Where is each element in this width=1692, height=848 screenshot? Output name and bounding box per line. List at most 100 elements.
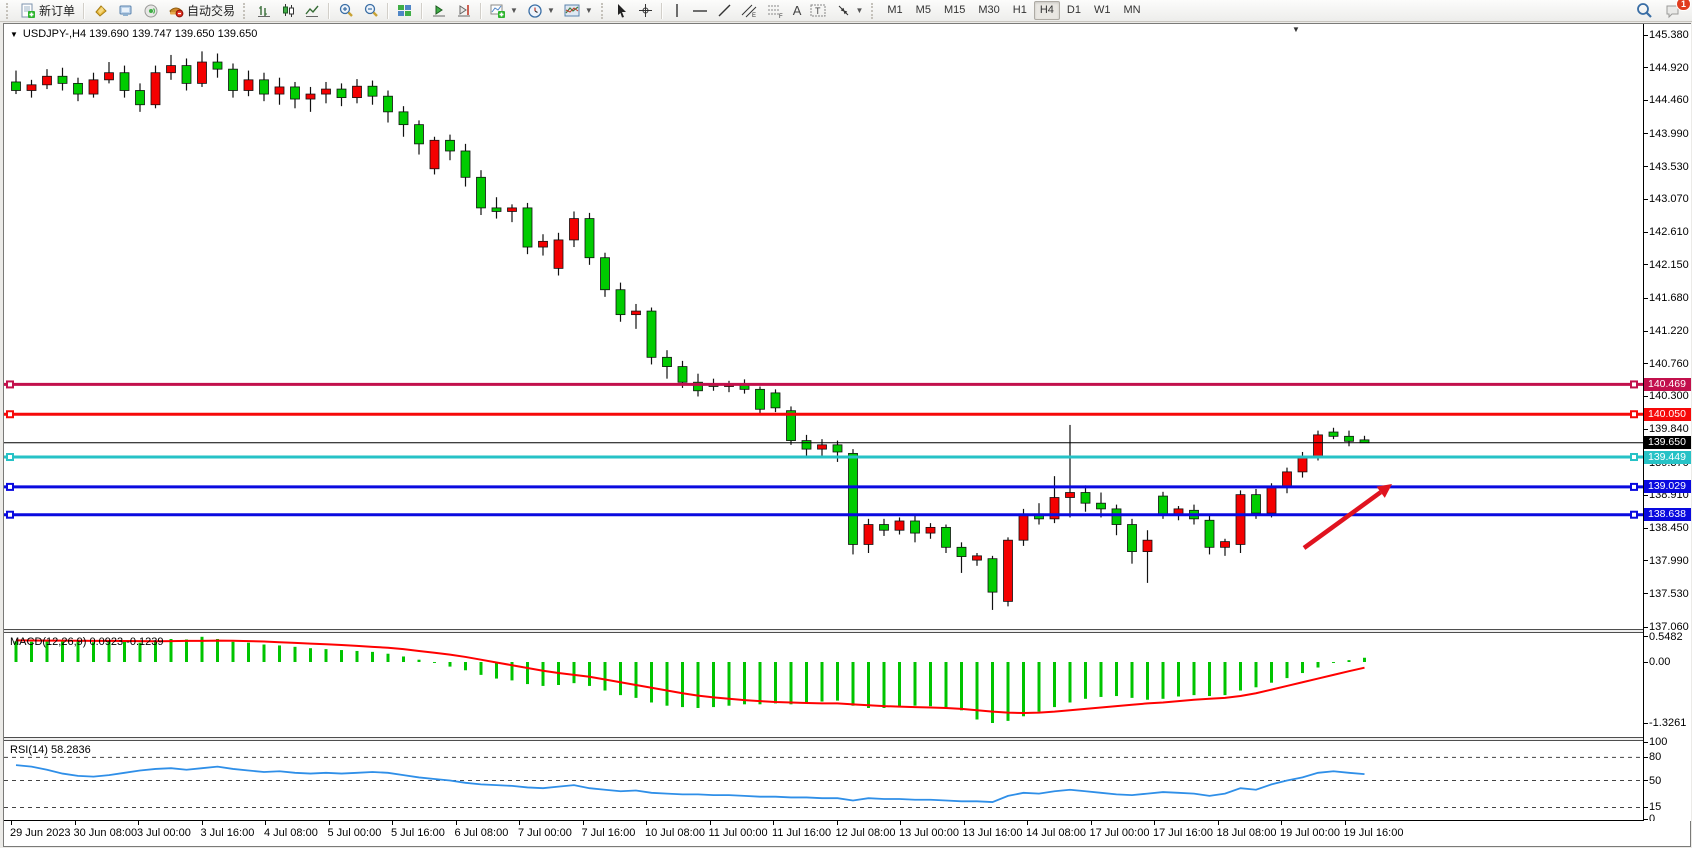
line-end-marker-center xyxy=(8,485,12,489)
line-end-marker-center xyxy=(8,455,12,459)
crosshair-tool-button[interactable] xyxy=(634,0,657,21)
vertical-line-tool-button[interactable] xyxy=(667,0,687,21)
price-tick-mark xyxy=(1644,495,1648,496)
macd-pane[interactable] xyxy=(4,633,1643,737)
crosshair-icon xyxy=(638,3,653,18)
toolbar-grip[interactable] xyxy=(6,3,12,19)
sound-alert-button[interactable] xyxy=(139,0,163,21)
bar-chart-mode-button[interactable] xyxy=(253,0,276,21)
price-tick-label: 142.610 xyxy=(1649,226,1689,238)
fibonacci-icon: F xyxy=(767,3,784,18)
line-chart-mode-button[interactable] xyxy=(301,0,324,21)
price-tick-label: 143.990 xyxy=(1649,128,1689,140)
candle-body xyxy=(1004,540,1013,601)
terminal-icon xyxy=(118,3,134,19)
level-price-badge: 139.029 xyxy=(1644,480,1691,493)
timeframe-d1-button[interactable]: D1 xyxy=(1061,1,1087,20)
time-tick-label: 17 Jul 16:00 xyxy=(1153,827,1213,839)
new-order-button[interactable]: 新订单 xyxy=(16,0,79,21)
candlestick-icon xyxy=(281,3,296,18)
arrow-shaft xyxy=(1304,492,1381,548)
chart-shift-button[interactable] xyxy=(452,0,476,21)
time-tick-label: 12 Jul 08:00 xyxy=(836,827,896,839)
time-tick-label: 10 Jul 08:00 xyxy=(645,827,705,839)
time-axis[interactable]: 29 Jun 202330 Jun 08:003 Jul 00:003 Jul … xyxy=(4,821,1690,846)
candlestick-mode-button[interactable] xyxy=(277,0,300,21)
timeframe-m1-button[interactable]: M1 xyxy=(881,1,908,20)
candle-body xyxy=(229,69,238,90)
line-end-marker-center xyxy=(8,382,12,386)
candle-body xyxy=(136,91,145,105)
fibonacci-tool-button[interactable]: F xyxy=(763,0,788,21)
time-tick-mark xyxy=(710,821,711,825)
time-tick-mark xyxy=(202,821,203,825)
time-tick-label: 7 Jul 00:00 xyxy=(518,827,572,839)
channel-tool-button[interactable]: E xyxy=(737,0,762,21)
notifications-button[interactable]: 1 xyxy=(1661,0,1685,21)
time-tick-label: 3 Jul 16:00 xyxy=(201,827,255,839)
timeframe-w1-button[interactable]: W1 xyxy=(1088,1,1117,20)
candles-layer xyxy=(12,51,1370,610)
timeframe-h1-button[interactable]: H1 xyxy=(1007,1,1033,20)
add-indicator-button[interactable]: ▼ xyxy=(486,0,522,21)
tile-windows-button[interactable] xyxy=(393,0,417,21)
search-button[interactable] xyxy=(1632,0,1657,21)
time-tick-label: 5 Jul 00:00 xyxy=(328,827,382,839)
price-tick-mark xyxy=(1644,232,1648,233)
candle-body xyxy=(244,80,253,91)
timeframe-m15-button[interactable]: M15 xyxy=(938,1,971,20)
time-tick-mark xyxy=(773,821,774,825)
candle-body xyxy=(570,219,579,240)
templates-button[interactable]: ▼ xyxy=(560,0,597,21)
candle-body xyxy=(1221,542,1230,548)
candle-body xyxy=(1081,493,1090,504)
periods-button[interactable]: ▼ xyxy=(523,0,559,21)
price-tick-label: 144.460 xyxy=(1649,94,1689,106)
text-tool-button[interactable]: A xyxy=(789,0,806,21)
auto-trading-button[interactable]: 自动交易 xyxy=(164,0,239,21)
candle-body xyxy=(446,140,455,151)
toolbar-grip[interactable] xyxy=(871,3,877,19)
timeframe-mn-button[interactable]: MN xyxy=(1117,1,1146,20)
candle-body xyxy=(12,82,21,91)
arrows-tool-button[interactable]: ▼ xyxy=(832,0,867,21)
terminal-button[interactable] xyxy=(114,0,138,21)
candle-body xyxy=(880,525,889,531)
time-tick-mark xyxy=(456,821,457,825)
svg-text:F: F xyxy=(779,14,783,18)
price-tick-label: 138.450 xyxy=(1649,522,1689,534)
collapse-arrow-icon[interactable]: ▼ xyxy=(10,30,18,39)
toolbar-grip[interactable] xyxy=(243,3,249,19)
styler-button[interactable] xyxy=(89,0,113,21)
time-tick-label: 4 Jul 08:00 xyxy=(264,827,318,839)
timeframe-m30-button[interactable]: M30 xyxy=(972,1,1005,20)
horizontal-line-tool-button[interactable] xyxy=(688,0,712,21)
candle-body xyxy=(151,73,160,105)
zoom-out-button[interactable] xyxy=(359,0,383,21)
time-tick-label: 19 Jul 16:00 xyxy=(1344,827,1404,839)
clock-icon xyxy=(527,3,543,19)
rsi-pane[interactable] xyxy=(4,741,1643,820)
zoom-in-button[interactable] xyxy=(334,0,358,21)
price-axis[interactable]: 145.380144.920144.460143.990143.530143.0… xyxy=(1643,24,1691,821)
timeframe-m5-button[interactable]: M5 xyxy=(910,1,937,20)
cursor-tool-button[interactable] xyxy=(611,0,633,21)
candle-body xyxy=(1314,435,1323,456)
price-tick-label: 137.990 xyxy=(1649,555,1689,567)
auto-scroll-button[interactable] xyxy=(427,0,451,21)
trendline-tool-button[interactable] xyxy=(713,0,736,21)
line-end-marker-center xyxy=(1632,382,1636,386)
price-tick-mark xyxy=(1644,429,1648,430)
time-tick-mark xyxy=(1281,821,1282,825)
candle-body xyxy=(616,290,625,315)
toolbar-grip[interactable] xyxy=(601,3,607,19)
candle-body xyxy=(415,125,424,144)
main-chart-pane[interactable] xyxy=(4,24,1643,629)
time-tick-label: 7 Jul 16:00 xyxy=(582,827,636,839)
timeframe-h4-button[interactable]: H4 xyxy=(1034,1,1060,20)
text-label-tool-button[interactable]: T xyxy=(806,0,831,21)
toolbar: 新订单 自动交易 xyxy=(0,0,1692,22)
chart-shift-marker-icon[interactable]: ▼ xyxy=(1292,25,1300,34)
line-end-marker-center xyxy=(1632,455,1636,459)
auto-trading-label: 自动交易 xyxy=(187,2,235,19)
